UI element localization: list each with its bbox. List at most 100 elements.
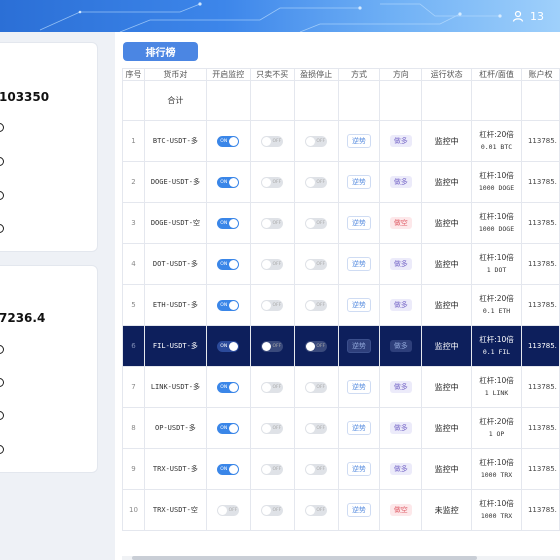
toggle-knob xyxy=(306,177,316,187)
toggle-knob xyxy=(262,423,272,433)
monitor-toggle[interactable]: ON xyxy=(217,381,240,393)
sell-only-toggle[interactable]: OFF xyxy=(261,463,284,475)
monitor-toggle[interactable]: ON xyxy=(217,176,240,188)
stop-loss-toggle[interactable]: OFF xyxy=(305,258,328,270)
monitor-toggle[interactable]: OFF xyxy=(217,504,240,516)
monitor-table: 序号 货币对 开启监控 只卖不买 盈损停止 方式 方向 运行状态 杠杆/面值 账户权 合计 1 BT… xyxy=(122,68,560,531)
table-row[interactable]: 3 DOGE-USDT-空 ON OFF OFF 逆势 做空 监控中 杠杆:10倍 1000 DO… xyxy=(122,202,560,244)
table-row[interactable]: 4 DOT-USDT-多 ON OFF OFF 逆势 做多 监控中 杠杆:10倍 1 DOT 113… xyxy=(122,243,560,285)
row-pair: ETH-USDT-多 xyxy=(143,284,207,326)
sell-only-toggle[interactable]: OFF xyxy=(261,422,284,434)
direction-tag[interactable]: 做多 xyxy=(389,135,412,147)
toggle-knob xyxy=(262,259,272,269)
table-row[interactable]: 1 BTC-USDT-多 ON OFF OFF 逆势 做多 监控中 杠杆:20倍 0.01 BTC… xyxy=(122,120,560,162)
monitor-toggle[interactable]: ON xyxy=(217,135,240,147)
stop-loss-toggle[interactable]: OFF xyxy=(305,463,328,475)
mode-tag[interactable]: 逆势 xyxy=(346,503,371,517)
run-status: 监控中 xyxy=(434,382,459,392)
leverage: 杠杆:10倍 xyxy=(479,253,514,262)
sell-only-toggle[interactable]: OFF xyxy=(261,381,284,393)
card1-glyph-4 xyxy=(0,224,4,233)
direction-tag[interactable]: 做多 xyxy=(389,176,412,188)
monitor-toggle[interactable]: ON xyxy=(217,463,240,475)
stop-loss-toggle[interactable]: OFF xyxy=(305,381,328,393)
table-row[interactable]: 10 TRX-USDT-空 OFF OFF OFF 逆势 做空 未监控 杠杆:10倍 1000 T… xyxy=(122,489,560,531)
stop-loss-toggle[interactable]: OFF xyxy=(305,422,328,434)
stop-loss-toggle[interactable]: OFF xyxy=(305,299,328,311)
toggle-label: ON xyxy=(220,138,228,144)
table-row[interactable]: 5 ETH-USDT-多 ON OFF OFF 逆势 做多 监控中 杠杆:20倍 0.1 ETH 1… xyxy=(122,284,560,326)
mode-tag[interactable]: 逆势 xyxy=(346,380,371,394)
direction-tag[interactable]: 做多 xyxy=(389,463,412,475)
direction-tag[interactable]: 做多 xyxy=(389,340,412,352)
row-seq: 3 xyxy=(122,202,145,244)
sell-only-toggle[interactable]: OFF xyxy=(261,135,284,147)
toggle-knob xyxy=(306,423,316,433)
toggle-knob xyxy=(218,505,228,515)
card2-glyph-2 xyxy=(0,378,4,387)
monitor-toggle[interactable]: ON xyxy=(217,258,240,270)
column-header: 只卖不买 xyxy=(249,68,295,81)
direction-tag[interactable]: 做多 xyxy=(389,381,412,393)
stop-loss-toggle[interactable]: OFF xyxy=(305,340,328,352)
total-row: 合计 xyxy=(122,80,560,121)
monitor-toggle[interactable]: ON xyxy=(217,299,240,311)
toggle-label: OFF xyxy=(272,425,282,431)
sell-only-toggle[interactable]: OFF xyxy=(261,176,284,188)
sell-only-toggle[interactable]: OFF xyxy=(261,299,284,311)
scrollbar-thumb[interactable] xyxy=(132,556,477,560)
mode-tag[interactable]: 逆势 xyxy=(346,257,371,271)
stop-loss-toggle[interactable]: OFF xyxy=(305,504,328,516)
monitor-toggle[interactable]: ON xyxy=(217,340,240,352)
mode-tag[interactable]: 逆势 xyxy=(346,175,371,189)
sell-only-toggle[interactable]: OFF xyxy=(261,258,284,270)
leverage: 杠杆:10倍 xyxy=(479,499,514,508)
mode-tag[interactable]: 逆势 xyxy=(346,298,371,312)
monitor-toggle[interactable]: ON xyxy=(217,217,240,229)
sell-only-toggle[interactable]: OFF xyxy=(261,340,284,352)
horizontal-scrollbar[interactable] xyxy=(122,556,560,560)
run-status: 监控中 xyxy=(434,177,459,187)
row-seq: 6 xyxy=(122,325,145,367)
mode-tag[interactable]: 逆势 xyxy=(346,339,371,353)
column-header: 杠杆/面值 xyxy=(471,68,522,81)
sell-only-toggle[interactable]: OFF xyxy=(261,217,284,229)
table-row[interactable]: 7 LINK-USDT-多 ON OFF OFF 逆势 做多 监控中 杠杆:10倍 1 LINK 1… xyxy=(122,366,560,408)
direction-tag[interactable]: 做多 xyxy=(389,299,412,311)
row-seq: 5 xyxy=(122,284,145,326)
mode-tag[interactable]: 逆势 xyxy=(346,134,371,148)
table-row[interactable]: 2 DOGE-USDT-多 ON OFF OFF 逆势 做多 监控中 杠杆:10倍 1000 DO… xyxy=(122,161,560,203)
stop-loss-toggle[interactable]: OFF xyxy=(305,217,328,229)
user-icon xyxy=(512,10,524,22)
mode-tag[interactable]: 逆势 xyxy=(346,216,371,230)
run-status: 监控中 xyxy=(434,341,459,351)
row-seq: 1 xyxy=(122,120,145,162)
face-value: 1 DOT xyxy=(486,266,507,274)
stop-loss-toggle[interactable]: OFF xyxy=(305,135,328,147)
stop-loss-toggle[interactable]: OFF xyxy=(305,176,328,188)
direction-tag[interactable]: 做空 xyxy=(389,217,412,229)
toggle-label: OFF xyxy=(316,384,326,390)
table-row[interactable]: 8 OP-USDT-多 ON OFF OFF 逆势 做多 监控中 杠杆:20倍 1 OP 11378… xyxy=(122,407,560,449)
mode-tag[interactable]: 逆势 xyxy=(346,421,371,435)
direction-tag[interactable]: 做多 xyxy=(389,258,412,270)
account-equity: 113785. xyxy=(520,407,560,449)
leverage: 杠杆:20倍 xyxy=(479,130,514,139)
card2-value: 7236.4 xyxy=(0,311,46,325)
monitor-toggle[interactable]: ON xyxy=(217,422,240,434)
user-menu[interactable]: 13 xyxy=(512,0,560,32)
toggle-label: OFF xyxy=(272,302,282,308)
toggle-knob xyxy=(229,259,239,269)
ranking-button[interactable]: 排行榜 xyxy=(123,42,198,61)
direction-tag[interactable]: 做空 xyxy=(389,504,412,516)
leverage: 杠杆:10倍 xyxy=(479,212,514,221)
sell-only-toggle[interactable]: OFF xyxy=(261,504,284,516)
table-row[interactable]: 6 FIL-USDT-多 ON OFF OFF 逆势 做多 监控中 杠杆:10倍 0.1 FIL 1… xyxy=(122,325,560,367)
run-status: 监控中 xyxy=(434,423,459,433)
toggle-knob xyxy=(262,464,272,474)
direction-tag[interactable]: 做多 xyxy=(389,422,412,434)
row-pair: DOGE-USDT-多 xyxy=(143,161,207,203)
table-row[interactable]: 9 TRX-USDT-多 ON OFF OFF 逆势 做多 监控中 杠杆:10倍 1000 TRX… xyxy=(122,448,560,490)
toggle-label: OFF xyxy=(272,220,282,226)
mode-tag[interactable]: 逆势 xyxy=(346,462,371,476)
